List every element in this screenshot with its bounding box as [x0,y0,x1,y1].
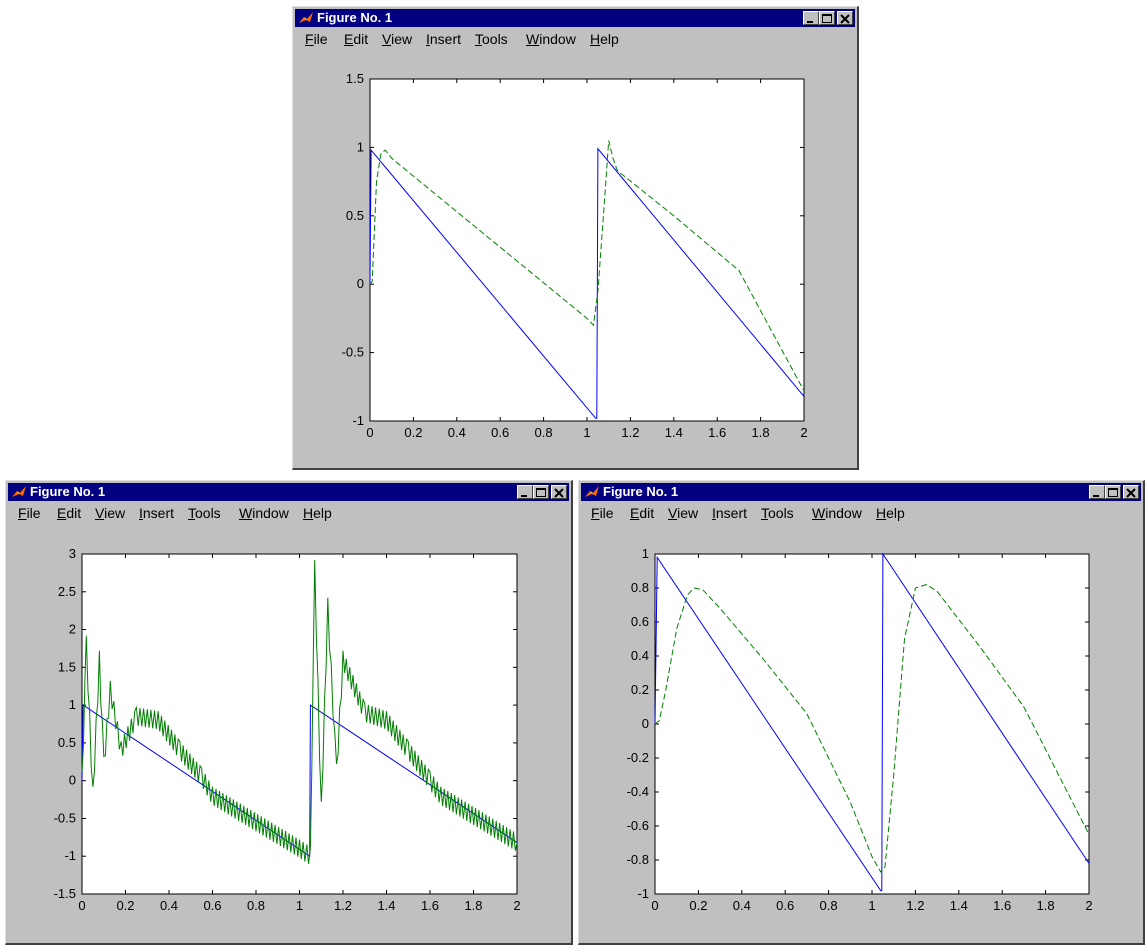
y-tick-label: 0.8 [631,580,649,595]
x-tick-label: 1.2 [334,898,352,913]
x-tick-label: 0.8 [535,425,553,440]
y-tick-label: 1 [357,139,364,154]
x-tick-label: 0.6 [491,425,509,440]
x-tick-label: 2 [513,898,520,913]
x-tick-label: 0 [651,898,658,913]
figure-window-right: Figure No. 1 File Edit View Insert Tools… [578,480,1145,945]
x-tick-label: 2 [1085,898,1092,913]
x-tick-label: 1 [583,425,590,440]
x-tick-label: 1 [296,898,303,913]
x-tick-label: 0.2 [689,898,707,913]
y-tick-label: -1 [352,413,364,428]
y-tick-label: -0.8 [627,852,649,867]
y-tick-label: -0.6 [627,818,649,833]
y-tick-label: 0 [357,276,364,291]
plot-area: 0 0.2 0.4 0.6 0.8 1 1.2 1.4 1.6 1.8 2 -1.5 -1 -0.5 0 0.… [54,546,521,913]
y-tick-label: 0.6 [631,614,649,629]
x-tick-label: 1.4 [665,425,683,440]
y-tick-label: 3 [69,546,76,561]
x-tick-label: 0.2 [116,898,134,913]
y-tick-label: -1 [637,886,649,901]
x-tick-label: 0.6 [776,898,794,913]
y-tick-label: 1 [642,546,649,561]
axes-box [654,553,1090,895]
y-tick-label: 0.5 [346,208,364,223]
y-tick-label: 2.5 [58,584,76,599]
y-tick-label: -1 [64,848,76,863]
x-tick-label: 0.4 [160,898,178,913]
x-tick-label: 1.4 [377,898,395,913]
x-tick-label: 2 [800,425,807,440]
y-tick-label: 1.5 [58,659,76,674]
x-tick-label: 1.6 [708,425,726,440]
y-tick-label: -1.5 [54,886,76,901]
y-tick-label: -0.4 [627,784,649,799]
y-tick-label: 0 [642,716,649,731]
y-tick-label: -0.5 [342,345,364,360]
y-tick-label: 1 [69,697,76,712]
figure-window-left: Figure No. 1 File Edit View Insert Tools… [5,480,573,945]
x-tick-label: 0.4 [448,425,466,440]
x-tick-label: 1.2 [906,898,924,913]
x-tick-label: 1.2 [621,425,639,440]
x-tick-label: 1.6 [421,898,439,913]
x-tick-label: 0.6 [203,898,221,913]
x-tick-label: 0 [366,425,373,440]
y-tick-label: -0.5 [54,810,76,825]
y-tick-label: 0.4 [631,648,649,663]
y-tick-label: 1.5 [346,71,364,86]
y-tick-label: 2 [69,622,76,637]
figure-window-top: Figure No. 1 File Edit View Insert Tools… [292,6,859,470]
x-tick-label: 1.8 [1037,898,1055,913]
x-tick-label: 0.4 [733,898,751,913]
x-tick-label: 0.8 [247,898,265,913]
y-tick-label: 0.2 [631,682,649,697]
x-tick-label: 1.8 [464,898,482,913]
y-tick-label: 0 [69,773,76,788]
plot-area: 0 0.2 0.4 0.6 0.8 1 1.2 1.4 1.6 1.8 2 -1 -0.8 -0.6 -0.… [627,546,1093,913]
plot-area: 0 0.2 0.4 0.6 0.8 1 1.2 1.4 1.6 1.8 2 -1 -0.5 0 0.5 1 1.… [342,71,808,440]
x-tick-label: 1.6 [993,898,1011,913]
x-tick-label: 0.2 [404,425,422,440]
y-tick-label: 0.5 [58,735,76,750]
axes-box [369,78,805,422]
x-tick-label: 1.8 [752,425,770,440]
x-tick-label: 1.4 [950,898,968,913]
x-tick-label: 0.8 [820,898,838,913]
x-tick-label: 0 [78,898,85,913]
x-tick-label: 1 [868,898,875,913]
y-tick-label: -0.2 [627,750,649,765]
